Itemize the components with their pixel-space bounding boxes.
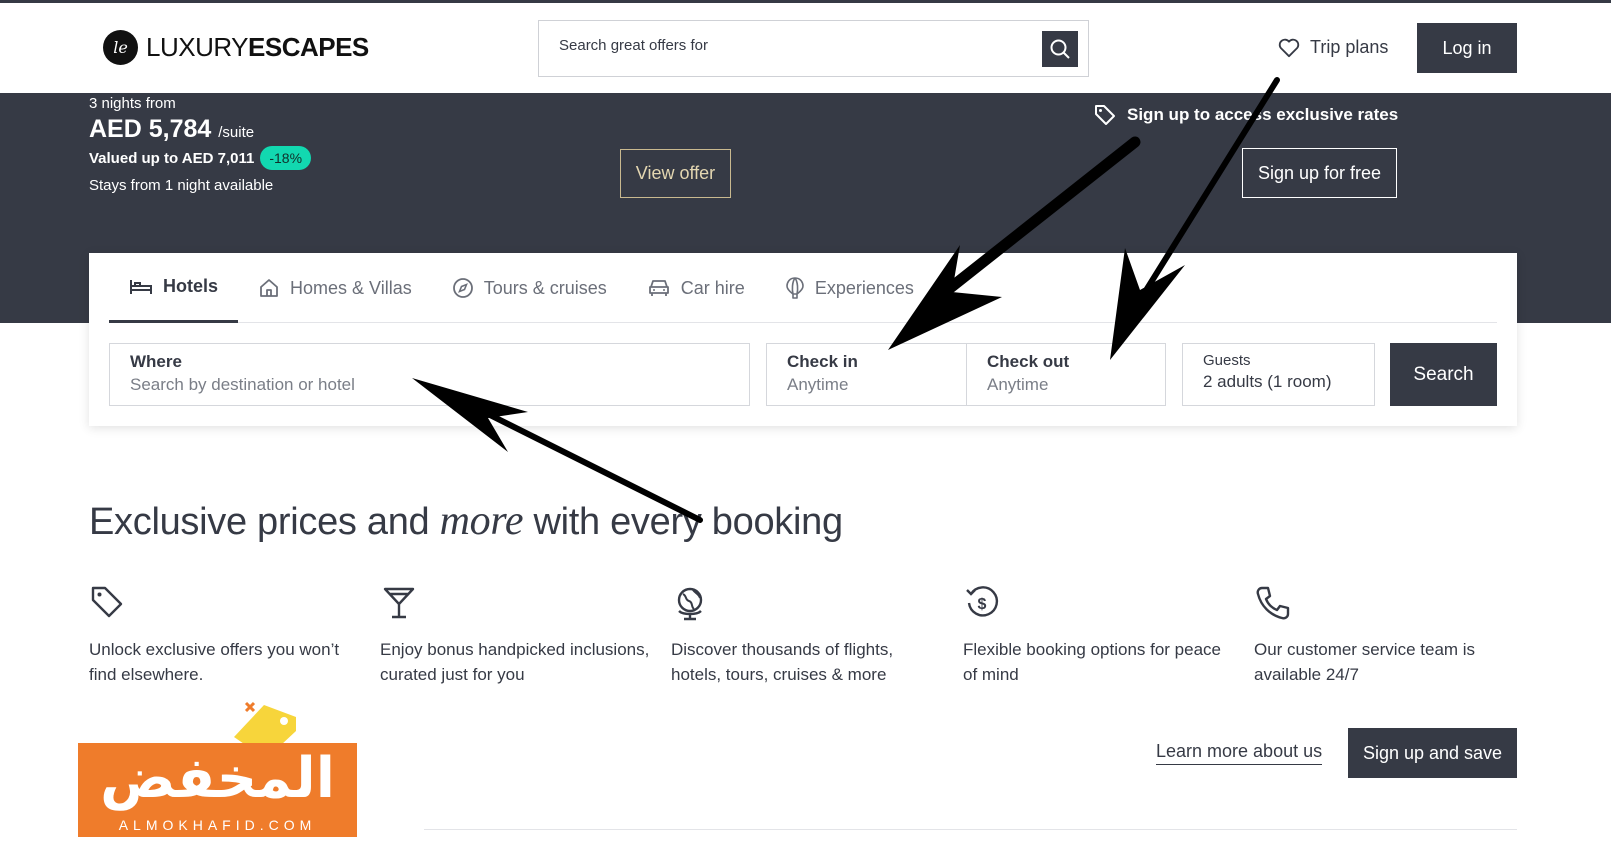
bed-icon <box>130 279 152 294</box>
globe-icon <box>677 587 703 621</box>
tab-homes-villas[interactable]: Homes & Villas <box>238 253 432 323</box>
luxury-escapes-logo[interactable]: le LUXURYESCAPES <box>103 30 369 65</box>
category-tabs: Hotels Homes & Villas Tours & cruises Ca… <box>109 253 1497 323</box>
compass-icon <box>452 278 473 298</box>
feature-text: Unlock exclusive offers you won’t find e… <box>89 640 340 684</box>
view-offer-button[interactable]: View offer <box>620 149 731 198</box>
page-headline: Exclusive prices and more with every boo… <box>89 498 843 544</box>
signup-save-button[interactable]: Sign up and save <box>1348 728 1517 778</box>
tab-label: Hotels <box>163 276 219 296</box>
tab-label: Car hire <box>680 277 745 298</box>
where-field[interactable]: Where Search by destination or hotel <box>109 343 750 406</box>
check-out-field[interactable]: Check out Anytime <box>966 343 1166 406</box>
tab-label: Homes & Villas <box>290 277 412 298</box>
signup-promo-text: Sign up to access exclusive rates <box>1127 105 1399 124</box>
header-search <box>538 20 1089 77</box>
feature-exclusive-offers: Unlock exclusive offers you won’t find e… <box>89 584 364 687</box>
watermark-arabic: المخفض <box>100 746 335 811</box>
home-icon <box>260 279 278 297</box>
feature-text: Our customer service team is available 2… <box>1254 640 1476 684</box>
learn-more-link[interactable]: Learn more about us <box>1156 741 1323 765</box>
search-button[interactable]: Search <box>1390 343 1497 406</box>
watermark-latin: ALMOKHAFID.COM <box>118 817 317 833</box>
logo-mark: le <box>103 30 138 65</box>
phone-icon <box>1256 586 1290 620</box>
tab-hotels[interactable]: Hotels <box>109 253 239 323</box>
search-icon <box>1050 39 1070 59</box>
site-header: le LUXURYESCAPES Trip plans Log in <box>0 3 1611 93</box>
check-in-value: Anytime <box>787 375 849 394</box>
valued-text: Valued up to AED 7,011 -18% <box>89 146 312 170</box>
tab-label: Tours & cruises <box>483 277 607 298</box>
feature-text: Flexible booking options for peace of mi… <box>963 640 1221 684</box>
watermark-box: المخفض ALMOKHAFID.COM <box>78 743 357 837</box>
tab-label: Experiences <box>814 277 914 298</box>
signup-free-button[interactable]: Sign up for free <box>1242 148 1397 198</box>
nights-text: 3 nights from <box>89 95 176 112</box>
feature-text: Discover thousands of flights, hotels, t… <box>671 640 894 684</box>
feature-flexible: $ Flexible booking options for peace of … <box>963 584 1238 687</box>
guests-field[interactable]: Guests 2 adults (1 room) <box>1182 343 1375 406</box>
svg-text:$: $ <box>978 596 987 613</box>
balloon-icon <box>786 277 804 299</box>
feature-discover: Discover thousands of flights, hotels, t… <box>671 584 946 687</box>
check-in-label: Check in <box>787 352 858 371</box>
cocktail-icon <box>383 587 415 619</box>
check-in-field[interactable]: Check in Anytime <box>766 343 966 406</box>
feature-inclusions: Enjoy bonus handpicked inclusions, curat… <box>380 584 655 687</box>
where-placeholder: Search by destination or hotel <box>130 375 355 394</box>
discount-badge: -18% <box>260 146 312 170</box>
car-icon <box>648 280 669 296</box>
tag-icon <box>1095 105 1115 125</box>
trip-plans-label: Trip plans <box>1310 37 1389 57</box>
stays-text: Stays from 1 night available <box>89 177 274 194</box>
heart-icon <box>1278 38 1300 57</box>
tab-tours-cruises[interactable]: Tours & cruises <box>432 253 627 323</box>
tab-car-hire[interactable]: Car hire <box>627 253 765 323</box>
refund-icon: $ <box>966 586 999 617</box>
almokhafid-watermark: المخفض ALMOKHAFID.COM <box>10 685 424 848</box>
check-out-label: Check out <box>987 352 1070 371</box>
logo-text: LUXURYESCAPES <box>146 32 369 62</box>
where-label: Where <box>130 352 182 371</box>
check-out-value: Anytime <box>987 375 1049 394</box>
booking-search-card: Hotels Homes & Villas Tours & cruises Ca… <box>89 253 1517 426</box>
price-text: AED 5,784 /suite <box>89 115 255 143</box>
header-search-input[interactable] <box>559 37 999 54</box>
login-button[interactable]: Log in <box>1417 23 1517 73</box>
tab-experiences[interactable]: Experiences <box>765 253 934 323</box>
section-divider <box>420 829 1517 830</box>
guests-label: Guests <box>1203 352 1251 369</box>
signup-promo: Sign up to access exclusive rates <box>1093 103 1398 127</box>
header-search-button[interactable] <box>1042 31 1078 67</box>
tag-icon <box>91 586 123 618</box>
trip-plans-link[interactable]: Trip plans <box>1278 37 1388 58</box>
guests-value: 2 adults (1 room) <box>1203 372 1332 391</box>
feature-text: Enjoy bonus handpicked inclusions, curat… <box>380 640 650 684</box>
feature-support: Our customer service team is available 2… <box>1254 584 1529 687</box>
